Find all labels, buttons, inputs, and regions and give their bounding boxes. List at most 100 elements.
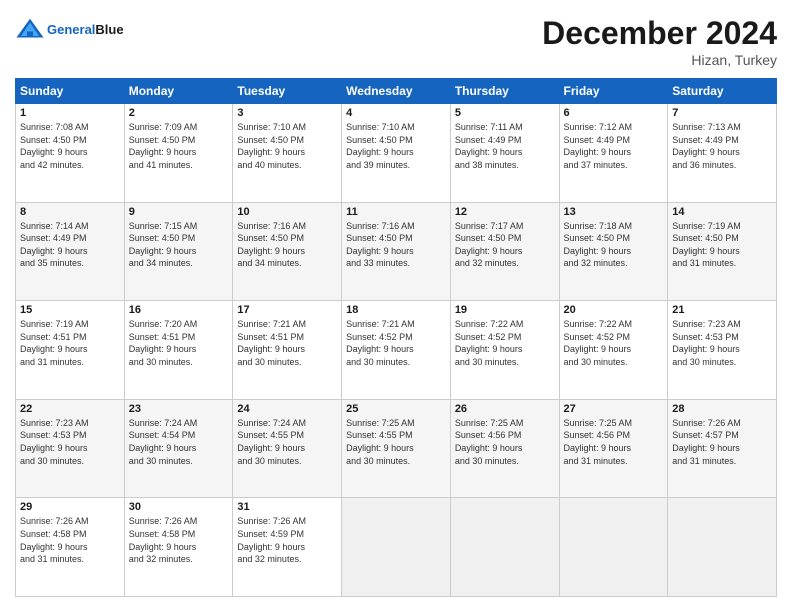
day-info: Sunrise: 7:10 AM Sunset: 4:50 PM Dayligh…	[346, 121, 446, 171]
day-info: Sunrise: 7:18 AM Sunset: 4:50 PM Dayligh…	[564, 220, 664, 270]
day-number: 16	[129, 304, 229, 316]
calendar-cell: 14Sunrise: 7:19 AM Sunset: 4:50 PM Dayli…	[668, 202, 777, 301]
day-info: Sunrise: 7:26 AM Sunset: 4:57 PM Dayligh…	[672, 417, 772, 467]
day-number: 8	[20, 206, 120, 218]
day-info: Sunrise: 7:24 AM Sunset: 4:54 PM Dayligh…	[129, 417, 229, 467]
calendar-cell: 21 Sunrise: 7:23 AM Sunset: 4:53 PM Dayli…	[668, 301, 777, 400]
calendar-week-row: 29 Sunrise: 7:26 AM Sunset: 4:58 PM Dayli…	[16, 498, 777, 597]
calendar-week-row: 15 Sunrise: 7:19 AM Sunset: 4:51 PM Dayli…	[16, 301, 777, 400]
calendar-header-saturday: Saturday	[668, 79, 777, 104]
day-info: Sunrise: 7:16 AM Sunset: 4:50 PM Dayligh…	[237, 220, 337, 270]
calendar-cell: 3 Sunrise: 7:10 AM Sunset: 4:50 PM Daylig…	[233, 104, 342, 203]
day-number: 7	[672, 107, 772, 119]
day-info: Sunrise: 7:21 AM Sunset: 4:51 PM Dayligh…	[237, 318, 337, 368]
day-number: 4	[346, 107, 446, 119]
day-number: 17	[237, 304, 337, 316]
calendar-cell: 23 Sunrise: 7:24 AM Sunset: 4:54 PM Dayli…	[124, 399, 233, 498]
calendar-cell	[342, 498, 451, 597]
day-number: 28	[672, 403, 772, 415]
day-number: 11	[346, 206, 446, 218]
page: GeneralBlue December 2024 Hizan, Turkey …	[0, 0, 792, 612]
day-number: 25	[346, 403, 446, 415]
day-info: Sunrise: 7:22 AM Sunset: 4:52 PM Dayligh…	[564, 318, 664, 368]
title-block: December 2024 Hizan, Turkey	[542, 15, 777, 68]
calendar-cell: 29 Sunrise: 7:26 AM Sunset: 4:58 PM Dayli…	[16, 498, 125, 597]
header: GeneralBlue December 2024 Hizan, Turkey	[15, 15, 777, 68]
day-info: Sunrise: 7:14 AM Sunset: 4:49 PM Dayligh…	[20, 220, 120, 270]
calendar-cell: 28 Sunrise: 7:26 AM Sunset: 4:57 PM Dayli…	[668, 399, 777, 498]
calendar-header-friday: Friday	[559, 79, 668, 104]
logo-blue: Blue	[95, 22, 123, 37]
day-info: Sunrise: 7:24 AM Sunset: 4:55 PM Dayligh…	[237, 417, 337, 467]
day-number: 2	[129, 107, 229, 119]
calendar-cell: 27 Sunrise: 7:25 AM Sunset: 4:56 PM Dayli…	[559, 399, 668, 498]
day-number: 30	[129, 501, 229, 513]
calendar-header-tuesday: Tuesday	[233, 79, 342, 104]
day-info: Sunrise: 7:10 AM Sunset: 4:50 PM Dayligh…	[237, 121, 337, 171]
day-info: Sunrise: 7:09 AM Sunset: 4:50 PM Dayligh…	[129, 121, 229, 171]
day-info: Sunrise: 7:17 AM Sunset: 4:50 PM Dayligh…	[455, 220, 555, 270]
calendar-cell: 31Sunrise: 7:26 AM Sunset: 4:59 PM Dayli…	[233, 498, 342, 597]
day-info: Sunrise: 7:25 AM Sunset: 4:55 PM Dayligh…	[346, 417, 446, 467]
day-number: 29	[20, 501, 120, 513]
calendar-cell: 17 Sunrise: 7:21 AM Sunset: 4:51 PM Dayli…	[233, 301, 342, 400]
day-info: Sunrise: 7:25 AM Sunset: 4:56 PM Dayligh…	[564, 417, 664, 467]
day-number: 19	[455, 304, 555, 316]
day-info: Sunrise: 7:19 AM Sunset: 4:51 PM Dayligh…	[20, 318, 120, 368]
calendar-header-sunday: Sunday	[16, 79, 125, 104]
calendar-cell	[559, 498, 668, 597]
day-number: 12	[455, 206, 555, 218]
day-number: 27	[564, 403, 664, 415]
calendar-week-row: 1 Sunrise: 7:08 AM Sunset: 4:50 PM Daylig…	[16, 104, 777, 203]
calendar-cell: 26Sunrise: 7:25 AM Sunset: 4:56 PM Dayli…	[450, 399, 559, 498]
calendar-cell: 4 Sunrise: 7:10 AM Sunset: 4:50 PM Daylig…	[342, 104, 451, 203]
day-number: 6	[564, 107, 664, 119]
day-info: Sunrise: 7:13 AM Sunset: 4:49 PM Dayligh…	[672, 121, 772, 171]
day-info: Sunrise: 7:15 AM Sunset: 4:50 PM Dayligh…	[129, 220, 229, 270]
calendar-header-monday: Monday	[124, 79, 233, 104]
calendar-cell: 15 Sunrise: 7:19 AM Sunset: 4:51 PM Dayli…	[16, 301, 125, 400]
calendar-cell: 9 Sunrise: 7:15 AM Sunset: 4:50 PM Daylig…	[124, 202, 233, 301]
calendar-header-thursday: Thursday	[450, 79, 559, 104]
day-info: Sunrise: 7:19 AM Sunset: 4:50 PM Dayligh…	[672, 220, 772, 270]
day-info: Sunrise: 7:26 AM Sunset: 4:59 PM Dayligh…	[237, 515, 337, 565]
calendar-cell: 7 Sunrise: 7:13 AM Sunset: 4:49 PM Daylig…	[668, 104, 777, 203]
calendar-cell: 8 Sunrise: 7:14 AM Sunset: 4:49 PM Daylig…	[16, 202, 125, 301]
day-number: 23	[129, 403, 229, 415]
calendar-cell: 16Sunrise: 7:20 AM Sunset: 4:51 PM Dayli…	[124, 301, 233, 400]
month-title: December 2024	[542, 15, 777, 52]
day-number: 26	[455, 403, 555, 415]
calendar-cell: 20Sunrise: 7:22 AM Sunset: 4:52 PM Dayli…	[559, 301, 668, 400]
calendar-cell: 12 Sunrise: 7:17 AM Sunset: 4:50 PM Dayli…	[450, 202, 559, 301]
day-info: Sunrise: 7:16 AM Sunset: 4:50 PM Dayligh…	[346, 220, 446, 270]
day-info: Sunrise: 7:23 AM Sunset: 4:53 PM Dayligh…	[672, 318, 772, 368]
day-number: 18	[346, 304, 446, 316]
calendar-cell	[450, 498, 559, 597]
logo: GeneralBlue	[15, 15, 124, 45]
calendar-cell: 11 Sunrise: 7:16 AM Sunset: 4:50 PM Dayli…	[342, 202, 451, 301]
day-info: Sunrise: 7:26 AM Sunset: 4:58 PM Dayligh…	[129, 515, 229, 565]
calendar-cell: 22Sunrise: 7:23 AM Sunset: 4:53 PM Dayli…	[16, 399, 125, 498]
day-number: 15	[20, 304, 120, 316]
day-info: Sunrise: 7:21 AM Sunset: 4:52 PM Dayligh…	[346, 318, 446, 368]
day-number: 13	[564, 206, 664, 218]
calendar-cell: 10Sunrise: 7:16 AM Sunset: 4:50 PM Dayli…	[233, 202, 342, 301]
calendar-week-row: 8 Sunrise: 7:14 AM Sunset: 4:49 PM Daylig…	[16, 202, 777, 301]
calendar-cell: 25 Sunrise: 7:25 AM Sunset: 4:55 PM Dayli…	[342, 399, 451, 498]
logo-general: General	[47, 22, 95, 37]
calendar-cell: 6Sunrise: 7:12 AM Sunset: 4:49 PM Daylig…	[559, 104, 668, 203]
day-number: 3	[237, 107, 337, 119]
calendar-table: SundayMondayTuesdayWednesdayThursdayFrid…	[15, 78, 777, 597]
location: Hizan, Turkey	[542, 52, 777, 68]
day-number: 1	[20, 107, 120, 119]
calendar-header-wednesday: Wednesday	[342, 79, 451, 104]
day-number: 5	[455, 107, 555, 119]
calendar-cell: 2 Sunrise: 7:09 AM Sunset: 4:50 PM Daylig…	[124, 104, 233, 203]
day-number: 21	[672, 304, 772, 316]
day-info: Sunrise: 7:26 AM Sunset: 4:58 PM Dayligh…	[20, 515, 120, 565]
day-info: Sunrise: 7:08 AM Sunset: 4:50 PM Dayligh…	[20, 121, 120, 171]
day-info: Sunrise: 7:23 AM Sunset: 4:53 PM Dayligh…	[20, 417, 120, 467]
day-number: 24	[237, 403, 337, 415]
day-number: 9	[129, 206, 229, 218]
calendar-cell: 18 Sunrise: 7:21 AM Sunset: 4:52 PM Dayli…	[342, 301, 451, 400]
